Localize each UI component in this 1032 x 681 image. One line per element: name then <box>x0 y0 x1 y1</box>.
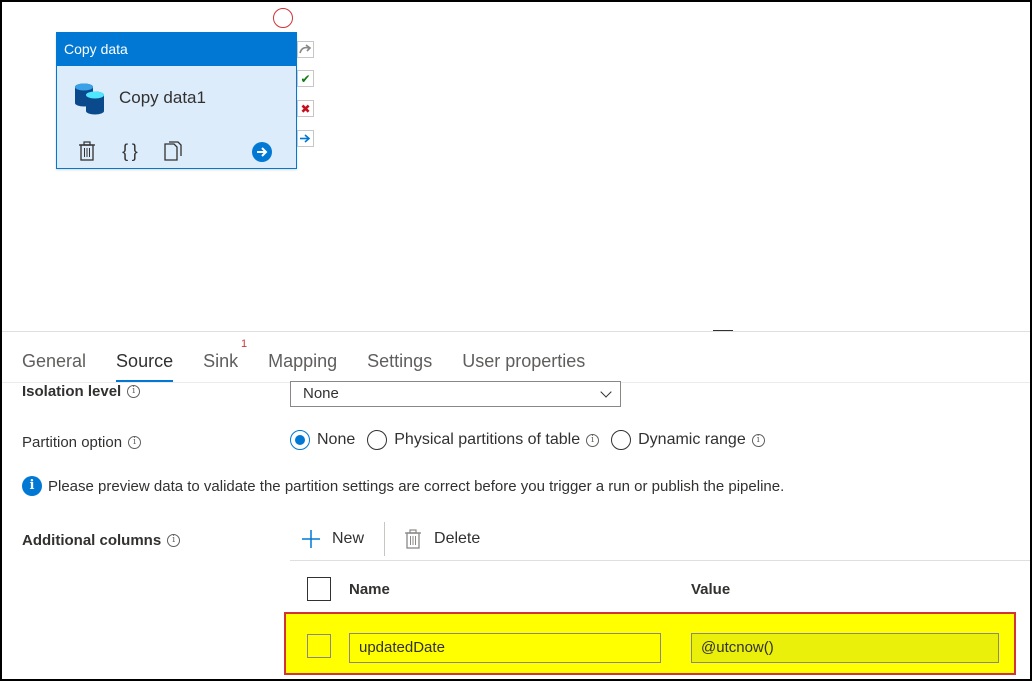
row-checkbox[interactable] <box>307 634 331 658</box>
info-icon[interactable]: i <box>128 436 142 449</box>
column-header-name: Name <box>349 581 390 598</box>
partition-option-label: Partition option i <box>22 434 142 451</box>
tab-settings[interactable]: Settings <box>367 342 432 382</box>
tab-sink[interactable]: Sink 1 <box>203 338 247 382</box>
info-filled-icon: i <box>22 476 42 496</box>
radio-dynamic-range[interactable]: Dynamic range i <box>611 430 765 450</box>
properties-tabs: General Source Sink 1 Mapping Settings Us… <box>22 338 615 382</box>
go-arrow-icon[interactable] <box>252 142 272 162</box>
delete-icon[interactable] <box>77 138 97 164</box>
copy-activity-node[interactable]: Copy data Copy data1 { } <box>56 32 297 169</box>
pipeline-canvas[interactable]: Copy data Copy data1 { } ✔ ✖ <box>2 2 1030 330</box>
completion-port-icon[interactable] <box>297 130 314 147</box>
info-icon[interactable]: i <box>586 433 600 447</box>
radio-button[interactable] <box>611 430 632 450</box>
trash-icon <box>405 529 422 549</box>
toolbar-separator <box>384 522 386 556</box>
skip-port-icon[interactable] <box>297 41 314 58</box>
isolation-level-label: Isolation level i <box>22 383 141 400</box>
activity-name: Copy data1 <box>119 88 206 107</box>
select-all-checkbox[interactable] <box>307 577 331 601</box>
radio-button[interactable] <box>290 430 310 450</box>
delete-button[interactable]: Delete <box>405 529 480 549</box>
tab-source[interactable]: Source <box>116 342 174 382</box>
partition-info-message: i Please preview data to validate the pa… <box>22 476 784 496</box>
isolation-level-select[interactable]: None <box>290 381 621 407</box>
error-count-badge: 1 <box>240 338 248 350</box>
plus-icon <box>302 530 320 548</box>
code-icon[interactable]: { } <box>119 138 141 164</box>
success-port-icon[interactable]: ✔ <box>297 70 314 87</box>
activity-type-label: Copy data <box>57 33 296 66</box>
tab-general[interactable]: General <box>22 342 86 382</box>
column-header-value: Value <box>691 581 731 598</box>
partition-option-radio-group: None Physical partitions of table i Dyna… <box>290 430 777 450</box>
additional-columns-label: Additional columns i <box>22 532 181 549</box>
failure-port-icon[interactable]: ✖ <box>297 100 314 117</box>
radio-physical-partitions[interactable]: Physical partitions of table i <box>367 430 600 450</box>
additional-columns-toolbar: New Delete <box>300 522 480 556</box>
tab-user-properties[interactable]: User properties <box>462 342 585 382</box>
annotation-circle <box>273 8 293 28</box>
info-icon[interactable]: i <box>751 433 765 447</box>
info-icon[interactable]: i <box>127 385 141 398</box>
column-name-input[interactable]: updatedDate <box>349 633 661 663</box>
database-icon <box>75 83 104 115</box>
toolbar-divider <box>290 560 1030 561</box>
radio-button[interactable] <box>367 430 388 450</box>
column-value-input[interactable]: @utcnow() <box>691 633 999 663</box>
app-frame: Copy data Copy data1 { } ✔ ✖ General Sou… <box>0 0 1032 681</box>
radio-none[interactable]: None <box>290 430 355 450</box>
tab-mapping[interactable]: Mapping <box>268 342 337 382</box>
panel-divider <box>2 331 1030 332</box>
info-icon[interactable]: i <box>167 534 181 547</box>
new-button[interactable]: New <box>300 528 364 550</box>
chevron-down-icon <box>600 386 612 398</box>
isolation-level-value: None <box>303 385 339 402</box>
clone-icon[interactable] <box>162 138 184 164</box>
